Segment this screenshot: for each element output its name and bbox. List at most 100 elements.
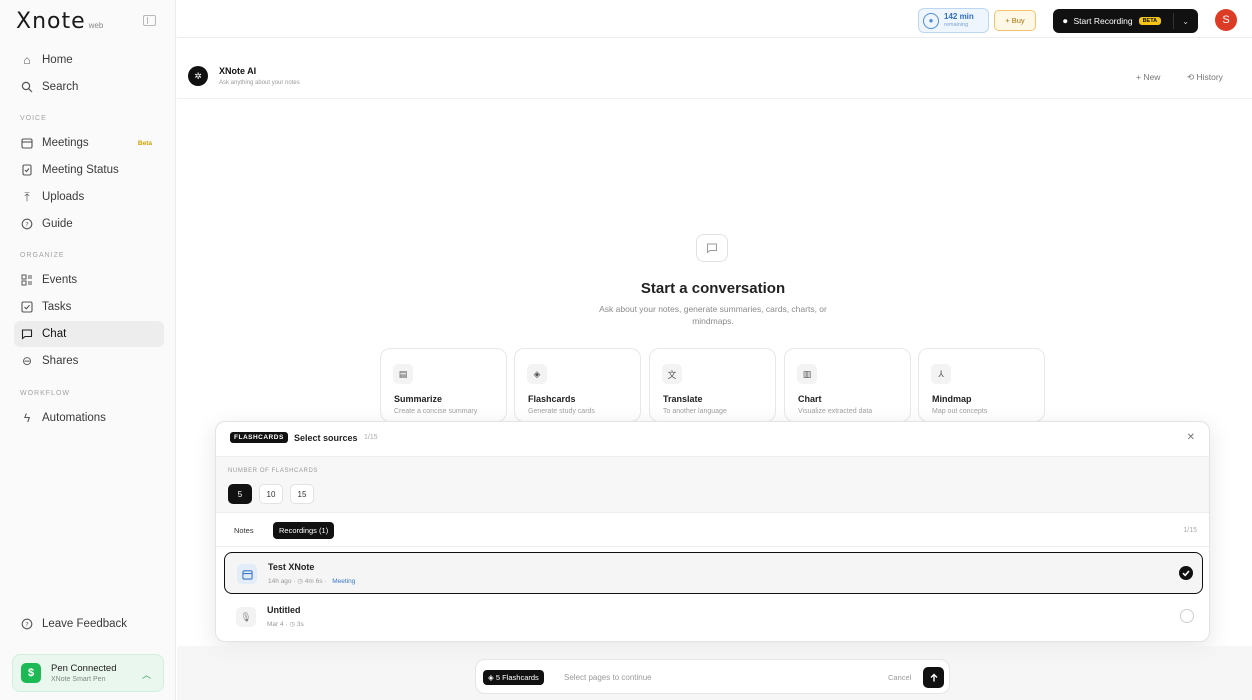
- item-meta-text: Mar 4 · ◷ 3s: [267, 621, 304, 628]
- help-icon: ?: [20, 217, 34, 231]
- card-subtitle: To another language: [663, 408, 727, 415]
- item-meta: 14h ago · ◷ 4m 6s · Meeting: [268, 577, 355, 585]
- microphone-icon: 🎙: [236, 607, 256, 627]
- card-subtitle: Generate study cards: [528, 408, 595, 415]
- sidebar-item-uploads[interactable]: ⤒ Uploads: [14, 184, 164, 210]
- pen-status-card[interactable]: $ Pen Connected XNote Smart Pen ︿: [12, 654, 164, 692]
- flashcards-card[interactable]: ◈ Flashcards Generate study cards: [514, 348, 641, 422]
- chart-icon: ▥: [797, 364, 817, 384]
- svg-text:?: ?: [25, 220, 28, 228]
- sparkle-icon: ✲: [188, 66, 208, 86]
- upload-icon: ⤒: [24, 189, 30, 204]
- sidebar-item-shares[interactable]: ⊖ Shares: [14, 348, 164, 374]
- divider: [1173, 13, 1174, 29]
- sidebar-item-label: Home: [42, 54, 73, 66]
- leave-feedback-link[interactable]: ? Leave Feedback: [14, 611, 164, 637]
- calendar-icon: [237, 564, 257, 584]
- sidebar-item-label: Meetings: [42, 137, 89, 149]
- chevron-up-icon[interactable]: ︿: [142, 668, 151, 681]
- chat-title: XNote AI: [219, 66, 257, 76]
- sidebar-toggle-icon[interactable]: [143, 15, 156, 26]
- automation-icon: ϟ: [23, 411, 31, 425]
- calendar-icon: [20, 136, 34, 150]
- brand-name: Xnote: [16, 9, 86, 34]
- chevron-down-icon[interactable]: ⌄: [1182, 17, 1189, 26]
- avatar[interactable]: S: [1215, 9, 1237, 31]
- chat-header: ✲ XNote AI Ask anything about your notes…: [177, 39, 1252, 99]
- sidebar-item-label: Chat: [42, 328, 67, 340]
- drop-icon: ●: [923, 12, 939, 29]
- sidebar-item-meeting-status[interactable]: Meeting Status: [14, 157, 164, 183]
- summarize-card[interactable]: ▤ Summarize Create a concise summary: [380, 348, 507, 422]
- card-title: Mindmap: [932, 394, 972, 404]
- sidebar-item-label: Tasks: [42, 301, 72, 313]
- card-title: Summarize: [394, 394, 443, 404]
- radio-icon[interactable]: [1180, 609, 1194, 623]
- arrow-up-icon: [930, 673, 937, 681]
- checkmark-icon[interactable]: [1179, 566, 1193, 580]
- item-title: Untitled: [267, 605, 301, 615]
- beta-tag: BETA: [1138, 17, 1162, 25]
- brand-logo[interactable]: Xnote web: [16, 9, 103, 34]
- send-button[interactable]: [923, 667, 944, 688]
- sidebar-item-events[interactable]: Events: [14, 267, 164, 293]
- section-label-voice: VOICE: [20, 115, 47, 122]
- start-recording-button[interactable]: ⏺ Start Recording BETA ⌄: [1053, 9, 1198, 33]
- beta-badge: Beta: [137, 139, 152, 147]
- recorder-icon: ⏺: [1063, 15, 1068, 26]
- sidebar-item-chat[interactable]: Chat: [14, 321, 164, 347]
- tasks-icon: [20, 300, 34, 314]
- chat-subtitle: Ask anything about your notes: [219, 80, 300, 86]
- list-item[interactable]: Test XNote 14h ago · ◷ 4m 6s · Meeting: [224, 552, 1203, 594]
- chat-composer: ◈ 5 Flashcards Select pages to continue …: [475, 659, 950, 694]
- link-icon: ⊖: [21, 354, 33, 368]
- number-label: NUMBER OF FLASHCARDS: [228, 468, 319, 474]
- pen-text: Pen Connected XNote Smart Pen: [51, 663, 117, 683]
- sidebar-item-label: Guide: [42, 218, 73, 230]
- card-title: Chart: [798, 394, 822, 404]
- brand-sub: web: [88, 21, 104, 30]
- new-chat-button[interactable]: + New: [1136, 72, 1160, 82]
- layers-icon: ◈: [488, 673, 496, 682]
- composer-placeholder[interactable]: Select pages to continue: [564, 673, 652, 682]
- chat-icon: [20, 327, 34, 341]
- history-button[interactable]: ⟲ History: [1187, 72, 1223, 83]
- tab-recordings[interactable]: Recordings (1): [273, 522, 335, 539]
- history-label: History: [1196, 72, 1223, 82]
- panel-title: Select sources: [294, 433, 358, 443]
- sidebar-item-home[interactable]: ⌂ Home: [14, 47, 164, 73]
- sidebar-item-label: Events: [42, 274, 78, 286]
- chat-bubble-icon: [696, 234, 728, 262]
- count-option-10[interactable]: 10: [259, 484, 283, 504]
- sidebar-item-automations[interactable]: ϟ Automations: [14, 405, 164, 431]
- close-icon[interactable]: ✕: [1187, 432, 1195, 443]
- list-item[interactable]: 🎙 Untitled Mar 4 · ◷ 3s: [224, 596, 1203, 638]
- cancel-button[interactable]: Cancel: [888, 673, 911, 682]
- number-of-flashcards: NUMBER OF FLASHCARDS 5 10 15: [216, 456, 1209, 513]
- empty-state-subtitle: Ask about your notes, generate summaries…: [599, 304, 827, 326]
- tab-notes[interactable]: Notes: [228, 522, 260, 539]
- buy-button[interactable]: + Buy: [994, 10, 1036, 31]
- flashcards-chip[interactable]: ◈ 5 Flashcards: [483, 670, 544, 685]
- minutes-text: 142 min remaining: [944, 12, 974, 30]
- sidebar-item-label: Meeting Status: [42, 164, 119, 176]
- sidebar-item-guide[interactable]: ? Guide: [14, 211, 164, 237]
- sidebar-item-label: Automations: [42, 412, 106, 424]
- pen-subtitle: XNote Smart Pen: [51, 676, 106, 683]
- empty-state-title: Start a conversation: [640, 280, 786, 297]
- sidebar-item-tasks[interactable]: Tasks: [14, 294, 164, 320]
- mindmap-card[interactable]: ⅄ Mindmap Map out concepts: [918, 348, 1045, 422]
- chart-card[interactable]: ▥ Chart Visualize extracted data: [784, 348, 911, 422]
- translate-card[interactable]: 文 Translate To another language: [649, 348, 776, 422]
- count-option-5[interactable]: 5: [228, 484, 252, 504]
- sidebar-item-label: Uploads: [42, 191, 85, 203]
- minutes-remaining-pill[interactable]: ● 142 min remaining: [918, 8, 989, 33]
- flashcards-source-panel: FLASHCARDS Select sources 1/15 ✕ NUMBER …: [215, 421, 1210, 642]
- status-icon: [20, 163, 34, 177]
- sidebar-item-meetings[interactable]: Meetings Beta: [14, 130, 164, 156]
- section-label-organize: ORGANIZE: [20, 252, 65, 259]
- card-title: Translate: [663, 394, 703, 404]
- sidebar-item-search[interactable]: Search: [14, 74, 164, 100]
- count-option-15[interactable]: 15: [290, 484, 314, 504]
- flashcards-tag: FLASHCARDS: [230, 432, 288, 443]
